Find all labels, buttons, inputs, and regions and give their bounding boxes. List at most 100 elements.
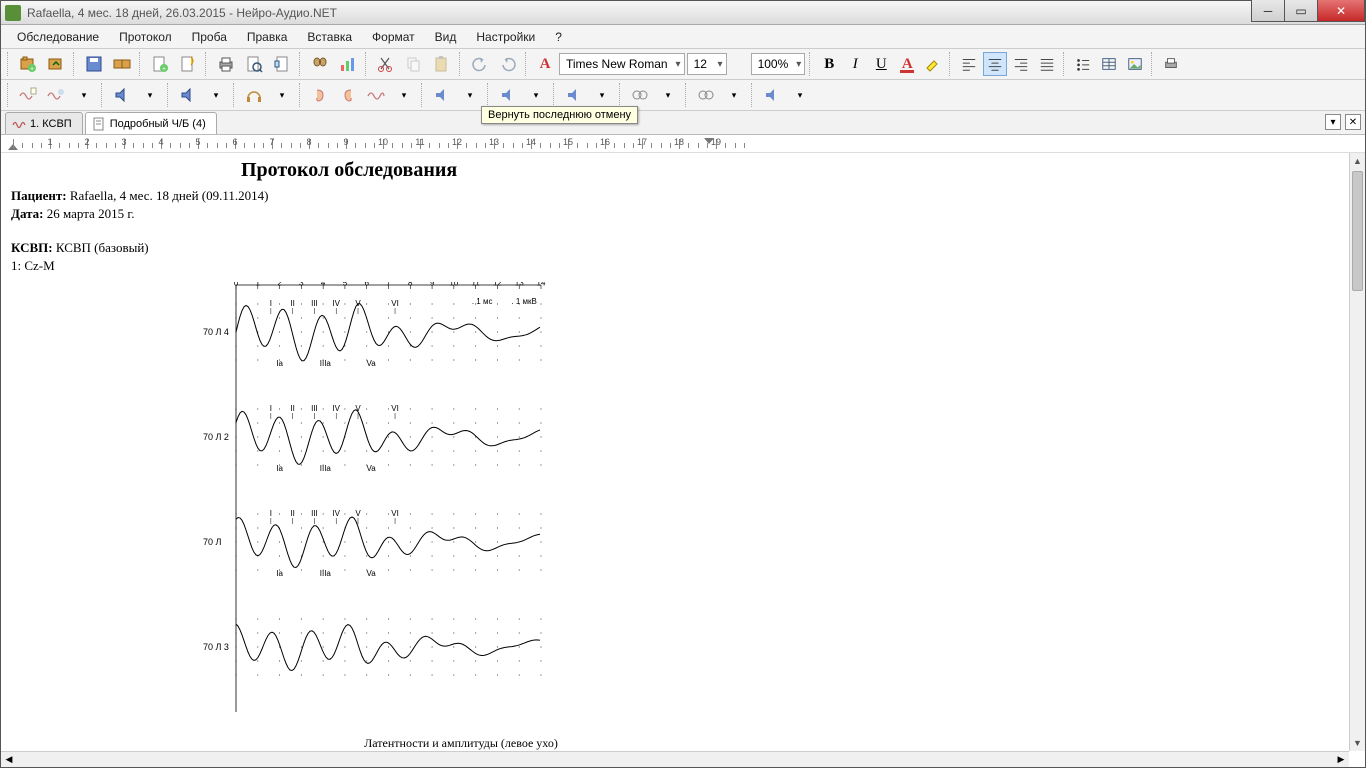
tabbar: 1. КСВП Подробный Ч/Б (4) ▾ ✕ — [1, 111, 1365, 135]
filter-a-button[interactable] — [627, 82, 653, 108]
new-exam-button[interactable]: + — [15, 51, 41, 77]
print-preview-button[interactable] — [241, 51, 267, 77]
menu-view[interactable]: Вид — [425, 27, 467, 47]
menu-format[interactable]: Формат — [362, 27, 425, 47]
menu-protocol[interactable]: Протокол — [109, 27, 182, 47]
bold-button[interactable]: B — [817, 52, 841, 76]
menu-sample[interactable]: Проба — [182, 27, 237, 47]
menu-settings[interactable]: Настройки — [466, 27, 545, 47]
menu-edit[interactable]: Правка — [237, 27, 298, 47]
svg-text:0: 0 — [234, 282, 239, 287]
svg-text:V: V — [355, 299, 361, 308]
insert-image-button[interactable] — [1123, 52, 1147, 76]
svg-text:10: 10 — [449, 282, 458, 287]
svg-text:I: I — [270, 404, 272, 413]
tab-menu-button[interactable]: ▾ — [1325, 114, 1341, 130]
filter-a-drop[interactable]: ▾ — [655, 82, 681, 108]
svg-text:V: V — [355, 509, 361, 518]
page-setup-button[interactable] — [269, 51, 295, 77]
svg-text:8: 8 — [408, 282, 413, 287]
speaker-right-button[interactable] — [175, 82, 201, 108]
tab-ksvp[interactable]: 1. КСВП — [5, 112, 83, 134]
svg-text:Ia: Ia — [276, 569, 283, 578]
filter-b-drop[interactable]: ▾ — [721, 82, 747, 108]
wave-marker-a-button[interactable] — [15, 82, 41, 108]
underline-button[interactable]: U — [869, 52, 893, 76]
print-button[interactable] — [213, 51, 239, 77]
open-exam-button[interactable] — [43, 51, 69, 77]
svg-text:9: 9 — [430, 282, 435, 287]
close-button[interactable]: ✕ — [1317, 0, 1365, 22]
minimize-button[interactable]: ─ — [1251, 0, 1285, 22]
maximize-button[interactable]: ▭ — [1284, 0, 1318, 22]
print2-button[interactable] — [1159, 52, 1183, 76]
insert-table-button[interactable] — [1097, 52, 1121, 76]
copy-button[interactable] — [401, 51, 427, 77]
speaker-drop-1[interactable]: ▾ — [137, 82, 163, 108]
tab-close-button[interactable]: ✕ — [1345, 114, 1361, 130]
align-right-button[interactable] — [1009, 52, 1033, 76]
svg-text:IV: IV — [332, 404, 340, 413]
ear-r-button[interactable] — [335, 82, 361, 108]
font-name-combo[interactable]: Times New Roman — [559, 53, 685, 75]
headphone-drop[interactable]: ▾ — [269, 82, 295, 108]
template-button[interactable] — [175, 51, 201, 77]
wave-dropdown-1[interactable]: ▾ — [71, 82, 97, 108]
font-style-button[interactable]: A — [533, 52, 557, 76]
svg-text:13: 13 — [515, 282, 524, 287]
svg-text:11: 11 — [471, 282, 480, 287]
menu-help[interactable]: ? — [545, 27, 572, 47]
horizontal-scrollbar[interactable]: ◀ ▶ — [1, 751, 1349, 767]
zoom-combo[interactable]: 100% — [751, 53, 806, 75]
save-button[interactable] — [81, 51, 107, 77]
font-size-combo[interactable]: 12 — [687, 53, 727, 75]
spk5-drop[interactable]: ▾ — [589, 82, 615, 108]
wave-set-button[interactable] — [363, 82, 389, 108]
spk3-button[interactable] — [429, 82, 455, 108]
spk4-button[interactable] — [495, 82, 521, 108]
italic-button[interactable]: I — [843, 52, 867, 76]
undo-button[interactable] — [467, 51, 493, 77]
filter-b-button[interactable] — [693, 82, 719, 108]
svg-text:II: II — [290, 509, 294, 518]
chart-button[interactable] — [335, 51, 361, 77]
ruler[interactable]: 12345678910111213141516171819 — [1, 135, 1365, 153]
spk3-drop[interactable]: ▾ — [457, 82, 483, 108]
scrollbar-thumb[interactable] — [1352, 171, 1363, 291]
spk6-drop[interactable]: ▾ — [787, 82, 813, 108]
spk5-button[interactable] — [561, 82, 587, 108]
redo-button[interactable] — [495, 51, 521, 77]
ear-l-button[interactable] — [307, 82, 333, 108]
headphone-button[interactable] — [241, 82, 267, 108]
spk6-button[interactable] — [759, 82, 785, 108]
tab-detailed-bw[interactable]: Подробный Ч/Б (4) — [85, 112, 217, 134]
align-justify-button[interactable] — [1035, 52, 1059, 76]
wave-marker-b-button[interactable] — [43, 82, 69, 108]
highlight-button[interactable] — [921, 52, 945, 76]
menu-exam[interactable]: Обследование — [7, 27, 109, 47]
new-doc-button[interactable]: + — [147, 51, 173, 77]
speaker-left-button[interactable] — [109, 82, 135, 108]
archive-button[interactable] — [109, 51, 135, 77]
svg-text:5: 5 — [343, 282, 348, 287]
wave-set-drop[interactable]: ▾ — [391, 82, 417, 108]
table-caption: Латентности и амплитуды (левое ухо) — [201, 736, 721, 751]
vertical-scrollbar[interactable]: ▲ ▼ — [1349, 153, 1365, 751]
cut-button[interactable] — [373, 51, 399, 77]
spk4-drop[interactable]: ▾ — [523, 82, 549, 108]
align-left-button[interactable] — [957, 52, 981, 76]
tab-label: 1. КСВП — [30, 118, 72, 130]
font-color-button[interactable]: A — [895, 52, 919, 76]
svg-text:+: + — [30, 66, 34, 73]
paste-button[interactable] — [429, 51, 455, 77]
patient-line: Пациент: Rafaella, 4 мес. 18 дней (09.11… — [11, 188, 721, 204]
app-icon — [5, 5, 21, 21]
align-center-button[interactable] — [983, 52, 1007, 76]
svg-text:VI: VI — [391, 509, 399, 518]
menu-insert[interactable]: Вставка — [297, 27, 362, 47]
find-button[interactable] — [307, 51, 333, 77]
svg-text:3: 3 — [299, 282, 304, 287]
speaker-drop-2[interactable]: ▾ — [203, 82, 229, 108]
channel-line: 1: Cz-M — [11, 258, 721, 274]
bullets-button[interactable] — [1071, 52, 1095, 76]
